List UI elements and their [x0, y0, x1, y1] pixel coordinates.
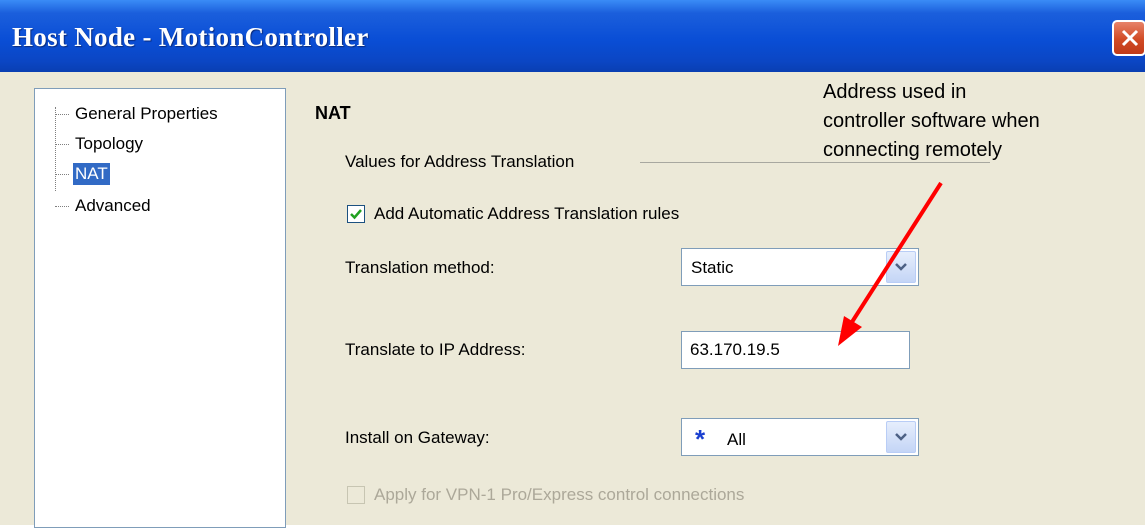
annotation-line: controller software when [823, 110, 1040, 132]
tree-item-label: NAT [73, 163, 110, 185]
gateway-value: All [727, 430, 746, 449]
tree-item-nat[interactable]: NAT [55, 163, 110, 185]
close-icon [1121, 29, 1139, 47]
auto-rules-label[interactable]: Add Automatic Address Translation rules [374, 204, 679, 224]
tree-item-label: Advanced [75, 196, 151, 215]
tree-branch-line [55, 173, 69, 175]
section-title: NAT [315, 103, 351, 123]
ip-address-label: Translate to IP Address: [345, 340, 526, 359]
tree-branch-line [55, 113, 69, 115]
navigation-tree: General Properties Topology NAT Advanced [34, 88, 286, 528]
tree-item-advanced[interactable]: Advanced [55, 195, 153, 217]
title-bar[interactable]: Host Node - MotionController [0, 0, 1145, 72]
translation-method-label: Translation method: [345, 258, 495, 277]
window-title: Host Node - MotionController [12, 22, 369, 52]
tree-item-general-properties[interactable]: General Properties [55, 103, 220, 125]
annotation-text: Address used in controller software when… [823, 78, 1123, 165]
annotation-line: connecting remotely [823, 139, 1002, 161]
tree-item-label: Topology [75, 134, 144, 153]
vpn-checkbox[interactable] [347, 486, 365, 504]
checkmark-icon [350, 209, 362, 220]
all-gateways-star-icon: * [695, 424, 706, 454]
translation-method-value: Static [691, 258, 734, 277]
auto-rules-checkbox[interactable] [347, 205, 365, 223]
group-label: Values for Address Translation [345, 152, 575, 171]
ip-address-value: 63.170.19.5 [690, 340, 780, 359]
gateway-label: Install on Gateway: [345, 428, 490, 447]
annotation-line: Address used in [823, 81, 967, 103]
ip-address-input[interactable]: 63.170.19.5 [681, 331, 910, 369]
tree-item-topology[interactable]: Topology [55, 133, 145, 155]
tree-branch-line [55, 143, 69, 145]
chevron-down-icon [895, 433, 907, 441]
vpn-label: Apply for VPN-1 Pro/Express control conn… [374, 485, 745, 504]
dropdown-button[interactable] [886, 251, 916, 283]
chevron-down-icon [895, 263, 907, 271]
close-button[interactable] [1112, 20, 1145, 56]
translation-method-select[interactable]: Static [681, 248, 919, 286]
gateway-select[interactable]: * All [681, 418, 919, 456]
tree-item-label: General Properties [75, 104, 218, 123]
dropdown-button[interactable] [886, 421, 916, 453]
tree-branch-line [55, 205, 69, 207]
